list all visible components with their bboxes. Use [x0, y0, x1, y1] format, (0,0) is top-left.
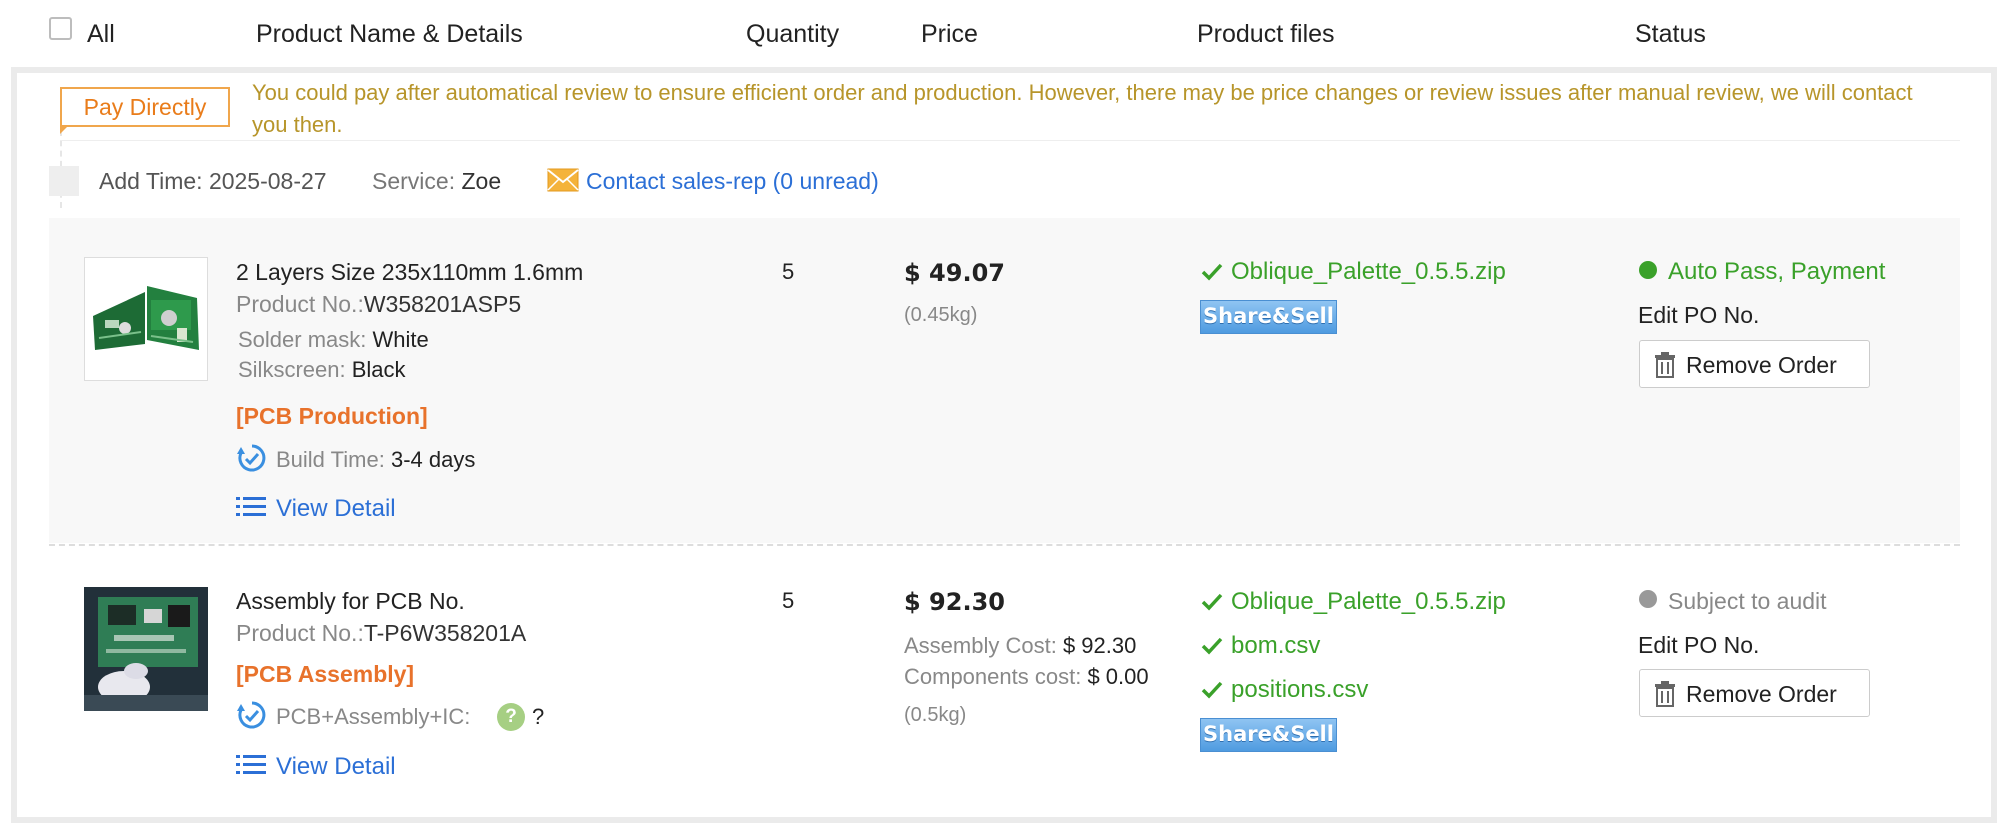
- column-price: Price: [921, 20, 978, 48]
- pay-directly-tag: Pay Directly: [60, 87, 230, 127]
- price-value: $ 92.30: [904, 588, 1005, 616]
- status-dot: [1639, 261, 1657, 279]
- solder-mask: Solder mask: White: [238, 327, 429, 352]
- item-title: Assembly for PCB No.: [236, 588, 465, 614]
- clock-icon: [237, 701, 266, 729]
- select-all-label: All: [87, 20, 115, 48]
- check-icon: [1201, 593, 1223, 611]
- remove-order-label: Remove Order: [1686, 681, 1837, 707]
- assembly-ic-label: PCB+Assembly+IC:: [276, 704, 471, 729]
- remove-order-button[interactable]: Remove Order: [1639, 340, 1870, 388]
- add-time: Add Time: 2025-08-27: [99, 168, 327, 194]
- edit-po-link[interactable]: Edit PO No.: [1638, 302, 1759, 329]
- check-icon: [1201, 263, 1223, 281]
- assembly-product-thumbnail[interactable]: [84, 587, 208, 711]
- row-divider: [49, 544, 1960, 546]
- pcb-production-category: [PCB Production]: [236, 403, 428, 429]
- product-number: Product No.:W358201ASP5: [236, 291, 522, 317]
- status-dot: [1639, 590, 1657, 608]
- check-icon: [1201, 637, 1223, 655]
- pcb-assembly-category: [PCB Assembly]: [236, 661, 415, 687]
- edit-po-link[interactable]: Edit PO No.: [1638, 632, 1759, 659]
- select-all-checkbox[interactable]: [49, 17, 72, 40]
- list-icon: [236, 497, 266, 516]
- components-cost: Components cost: $ 0.00: [904, 664, 1149, 689]
- quantity-value: 5: [782, 259, 795, 284]
- item-title: 2 Layers Size 235x110mm 1.6mm: [236, 259, 584, 285]
- file-link[interactable]: bom.csv: [1231, 632, 1320, 660]
- notice-divider: [60, 140, 1960, 141]
- help-icon[interactable]: ?: [497, 703, 525, 731]
- column-product-files: Product files: [1197, 20, 1335, 48]
- weight-value: (0.5kg): [904, 704, 967, 726]
- check-icon: [1201, 681, 1223, 699]
- build-time: Build Time: 3-4 days: [276, 447, 476, 472]
- share-sell-button[interactable]: Share&Sell: [1200, 300, 1337, 334]
- trash-icon: [1655, 352, 1675, 378]
- trash-icon: [1655, 681, 1675, 707]
- product-number: Product No.:T-P6W358201A: [236, 620, 527, 646]
- view-detail-link[interactable]: View Detail: [276, 495, 396, 523]
- file-link[interactable]: Oblique_Palette_0.5.5.zip: [1231, 258, 1506, 286]
- column-product: Product Name & Details: [256, 20, 523, 48]
- weight-value: (0.45kg): [904, 304, 978, 326]
- review-notice: You could pay after automatical review t…: [252, 80, 1913, 137]
- column-status: Status: [1635, 20, 1706, 48]
- price-value: $ 49.07: [904, 259, 1005, 287]
- file-link[interactable]: Oblique_Palette_0.5.5.zip: [1231, 588, 1506, 616]
- remove-order-button[interactable]: Remove Order: [1639, 669, 1870, 717]
- pcb-product-thumbnail[interactable]: [84, 257, 208, 381]
- share-sell-button[interactable]: Share&Sell: [1200, 718, 1337, 752]
- envelope-icon: [547, 168, 579, 192]
- assembly-cost: Assembly Cost: $ 92.30: [904, 633, 1137, 658]
- pay-tag-arrow: [60, 125, 69, 134]
- silkscreen: Silkscreen: Black: [238, 357, 406, 382]
- status-text: Auto Pass, Payment: [1668, 258, 1886, 285]
- list-icon: [236, 755, 266, 774]
- status-text: Subject to audit: [1668, 588, 1827, 614]
- view-detail-link[interactable]: View Detail: [276, 753, 396, 781]
- remove-order-label: Remove Order: [1686, 352, 1837, 378]
- order-checkbox[interactable]: [49, 166, 79, 196]
- service: Service: Zoe: [372, 168, 502, 194]
- contact-sales-rep-link[interactable]: Contact sales-rep (0 unread): [586, 168, 879, 195]
- file-link[interactable]: positions.csv: [1231, 676, 1368, 704]
- clock-icon: [237, 444, 266, 472]
- column-quantity: Quantity: [746, 20, 840, 48]
- assembly-ic-value: ?: [532, 704, 545, 729]
- quantity-value: 5: [782, 588, 795, 613]
